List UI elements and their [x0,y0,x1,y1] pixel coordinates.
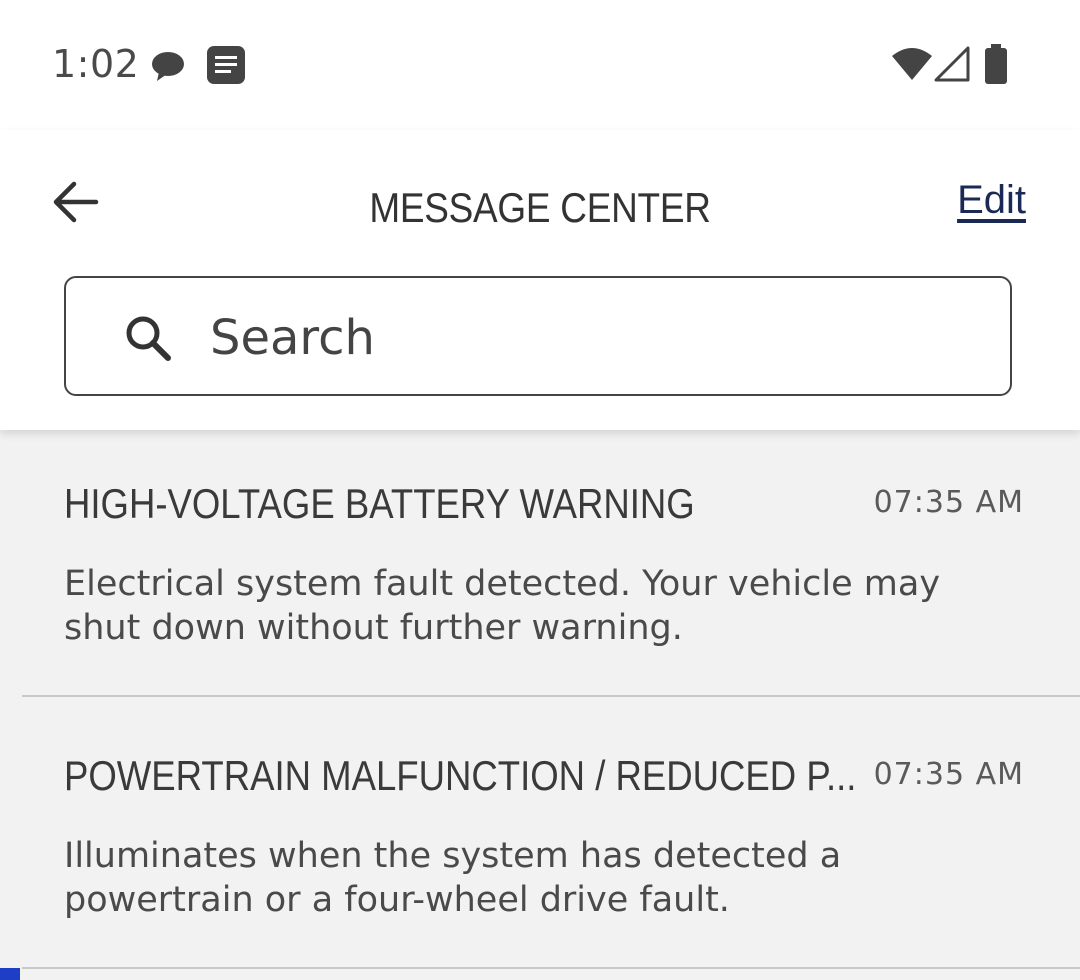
search-box[interactable] [64,276,1012,396]
accent-marker [0,968,20,980]
message-body: Electrical system fault detected. Your v… [64,564,941,648]
message-title: POWERTRAIN MALFUNCTION / REDUCED P... [64,752,857,799]
page-title: MESSAGE CENTER [369,184,711,231]
message-list: HIGH-VOLTAGE BATTERY WARNING 07:35 AM El… [0,430,1080,980]
cell-signal-icon [934,46,970,82]
message-title: HIGH-VOLTAGE BATTERY WARNING [64,480,695,527]
header: MESSAGE CENTER Edit [0,130,1080,430]
divider [22,695,1080,697]
wifi-icon [892,48,932,80]
message-icon [207,46,245,84]
chat-bubble-icon [152,52,184,81]
divider [22,967,1080,969]
message-body: Illuminates when the system has detected… [64,836,842,920]
message-item[interactable]: HIGH-VOLTAGE BATTERY WARNING 07:35 AM El… [0,430,1080,700]
message-time: 07:35 AM [873,757,1024,792]
message-time: 07:35 AM [873,485,1024,520]
status-bar: 1:02 [0,0,1080,130]
search-icon [126,316,171,361]
status-time: 1:02 [52,42,140,86]
message-item[interactable]: POWERTRAIN MALFUNCTION / REDUCED P... 07… [0,702,1080,972]
search-input[interactable] [210,298,970,378]
edit-button[interactable]: Edit [957,170,1026,230]
battery-icon [985,44,1007,84]
